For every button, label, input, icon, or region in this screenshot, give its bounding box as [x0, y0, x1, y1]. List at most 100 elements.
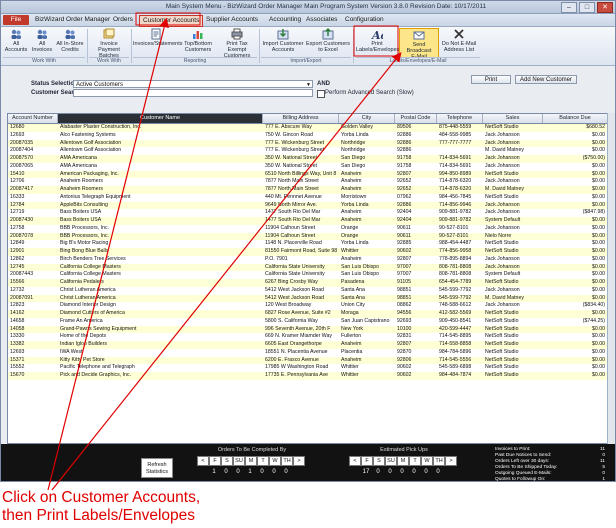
table-cell: 669 N. Kramer Miamder Way — [265, 333, 332, 340]
send-broadcast-email-button[interactable]: Send Broadcast E-Mail — [399, 28, 439, 60]
orders-value-3: 1 — [248, 469, 252, 475]
table-row[interactable]: 20087078 BBB Processors, Inc. 11904 Calhou… — [8, 232, 608, 241]
status-select[interactable]: Active Customers ▼ — [73, 80, 313, 88]
table-row[interactable]: 12693 IWA West 18551 N. Placentia Avenue Pl… — [8, 348, 608, 357]
table-row[interactable]: 12693 Alco Fastening Systems 750 W. Gincon… — [8, 131, 608, 140]
table-row[interactable]: 20087417 Anaheim Roomers 7877 North Main S… — [8, 186, 608, 194]
orders-value-1: 0 — [224, 469, 228, 475]
close-button[interactable]: ✕ — [597, 2, 613, 13]
minimize-button[interactable]: – — [561, 2, 577, 13]
table-cell: 5800 S. California Way — [265, 317, 318, 324]
menu-accounting[interactable]: Accounting — [269, 15, 301, 25]
menu-file[interactable]: File — [3, 15, 29, 25]
all-accounts-button[interactable]: All Accounts — [3, 28, 29, 56]
do-not-email-button[interactable]: Do Not E-Mail Address List — [439, 28, 479, 56]
table-row[interactable]: 20087404 Allentown Golf Association 777 E.… — [8, 147, 608, 155]
maximize-button[interactable]: □ — [579, 2, 595, 13]
table-cell: System Default — [485, 217, 521, 223]
table-row[interactable]: 14058 Grand-Pawns Sewing Equipment 996 Sev… — [8, 325, 608, 334]
table-row[interactable]: 12719 Bass Boiters USA 1477 South Rio Del … — [8, 209, 608, 217]
table-row[interactable]: 12745 California College Masters Californi… — [8, 263, 608, 272]
add-new-customer-button[interactable]: Add New Customer — [515, 75, 577, 84]
refresh-statistics-button[interactable]: Refresh Statistics — [141, 458, 173, 478]
col-telephone[interactable]: Telephone — [437, 114, 483, 123]
table-row[interactable]: 16333 Antonius Telegraph Equipment 440 Mt.… — [8, 193, 608, 202]
table-cell: Placentia — [341, 348, 363, 355]
table-row[interactable]: 15670 Pick and Decide Graphics, Inc. 17735… — [8, 372, 608, 380]
export-customers-button[interactable]: Export Customers to Excel — [306, 28, 350, 56]
top-bottom-customers-button[interactable]: Top/Bottom Customers — [180, 28, 216, 56]
col-balance-due[interactable]: Balance Due — [543, 114, 608, 123]
col-city[interactable]: City — [339, 114, 395, 123]
table-cell: 984-784-5896 — [439, 348, 472, 355]
table-row[interactable]: 20087065 AMA Americana 350 W. National Str… — [8, 162, 608, 171]
table-row[interactable]: 12849 Big B's Motor Racing 1148 N. Placerv… — [8, 240, 608, 248]
table-cell: 20087404 — [10, 147, 34, 154]
table-cell: 92886 — [397, 131, 412, 138]
table-row[interactable]: 14162 Diamond Cutters of America 6827 Rose… — [8, 310, 608, 318]
pickups-day-0[interactable]: < — [349, 456, 361, 466]
table-row[interactable]: 13330 Home of the Depots 669 N. Kramer Mia… — [8, 333, 608, 341]
table-cell: Bass Boiters USA — [60, 209, 102, 216]
table-row[interactable]: 12862 Birch Benders Tree Services P.O. 790… — [8, 255, 608, 264]
table-row[interactable]: 15371 Kitty Kitty Pet Store 6200 E. Frasco… — [8, 356, 608, 365]
pickups-day-8[interactable]: > — [445, 456, 457, 466]
table-row[interactable]: 12901 Bing Bong Blue Balls 81550 Fairmont … — [8, 248, 608, 256]
advanced-search-checkbox[interactable] — [317, 90, 325, 98]
menu-associates[interactable]: Associates — [306, 15, 337, 25]
table-row[interactable]: 20087430 Bass Boiters USA 1477 South Rio D… — [8, 217, 608, 225]
orders-day-0[interactable]: < — [197, 456, 209, 466]
table-cell: NetSoft Studio — [485, 333, 519, 340]
table-row[interactable]: 15410 American Packaging, Inc. 6510 North … — [8, 170, 608, 179]
table-cell: 994-850-8989 — [439, 170, 472, 177]
table-cell: 92886 — [397, 139, 412, 146]
table-row[interactable]: 12706 Anaheim Roomers 7877 North Main Stre… — [8, 178, 608, 186]
print-button[interactable]: Print — [471, 75, 511, 84]
table-row[interactable]: 12732 Christ Lutheran America 5412 West Ja… — [8, 286, 608, 295]
menu-configuration[interactable]: Configuration — [345, 15, 384, 25]
table-row[interactable]: 15552 Pacific Telephone and Telegraph 1798… — [8, 364, 608, 372]
print-labels-envelopes-button[interactable]: Aa Print Labels/Envelopes — [356, 28, 399, 56]
table-row[interactable]: 20087570 AMA Americana 350 W. National Str… — [8, 155, 608, 163]
summary-line[interactable]: Quotes to Followup On: 1 — [495, 476, 605, 481]
table-cell: Anaheim — [341, 186, 362, 192]
table-row[interactable]: 12758 BBB Processors, Inc. 11904 Calhoun S… — [8, 224, 608, 233]
col-customer-name[interactable]: Customer Name — [58, 114, 263, 123]
print-tax-exempt-button[interactable]: Print Tax Exempt Customers — [217, 28, 257, 59]
table-cell: $0.00 — [592, 201, 605, 208]
col-account-number[interactable]: Account Number — [8, 114, 58, 123]
table-row[interactable]: 13382 Indian Igloo Builders 6605 East Oran… — [8, 341, 608, 349]
col-sales[interactable]: Sales — [483, 114, 543, 123]
menu-orders[interactable]: Orders — [113, 15, 133, 25]
import-customers-button[interactable]: Import Customer Accounts — [261, 28, 305, 56]
orders-day-8[interactable]: > — [293, 456, 305, 466]
table-cell: 18551 N. Placentia Avenue — [265, 348, 328, 355]
pickups-day-2: S — [373, 456, 385, 466]
menu-bizwizard[interactable]: BizWizard Order Manager — [35, 15, 110, 25]
customer-search-input[interactable] — [73, 89, 313, 97]
table-row[interactable]: 20087443 California College Masters Califo… — [8, 271, 608, 279]
table-scrollbar[interactable] — [607, 113, 615, 444]
table-row[interactable]: 20087091 Christ Lutheran America 5412 West… — [8, 294, 608, 303]
table-cell: New York — [341, 325, 363, 332]
col-billing-address[interactable]: Billing Address — [263, 114, 339, 123]
menu-customer-accounts[interactable]: Customer Accounts — [139, 15, 204, 27]
menu-supplier-accounts[interactable]: Supplier Accounts — [206, 15, 258, 25]
table-row[interactable]: 12823 Diamond Interior Design 120 West Bro… — [8, 302, 608, 310]
table-cell: Union City — [341, 302, 365, 309]
people-icon — [37, 29, 47, 39]
invoices-statements-button[interactable]: Invoices/Statements — [133, 28, 183, 56]
payment-batches-button[interactable]: Invoice Payment Batches — [89, 28, 129, 59]
people-icon — [11, 29, 21, 39]
table-cell: 20087035 — [10, 139, 34, 146]
table-row[interactable]: 15566 California Pedalers 6267 Bing Crosby… — [8, 279, 608, 287]
table-row[interactable]: 20087035 Allentown Golf Association 777 E.… — [8, 139, 608, 148]
table-row[interactable]: 12680 Alabaster Plaster Construction, Inc… — [8, 124, 608, 132]
all-credits-button[interactable]: All In-Store Credits — [55, 28, 85, 56]
table-row[interactable]: 14658 Frame An America 5800 S. California … — [8, 317, 608, 326]
ribbon-group-work-with-2: Work With — [89, 57, 129, 65]
all-invoices-button[interactable]: All Invoices — [30, 28, 54, 56]
table-row[interactable]: 12784 AppleBits Consulting 9649 North Mirr… — [8, 201, 608, 210]
col-postal-code[interactable]: Postal Code — [395, 114, 437, 123]
table-cell: Jack Johanson — [485, 131, 520, 138]
